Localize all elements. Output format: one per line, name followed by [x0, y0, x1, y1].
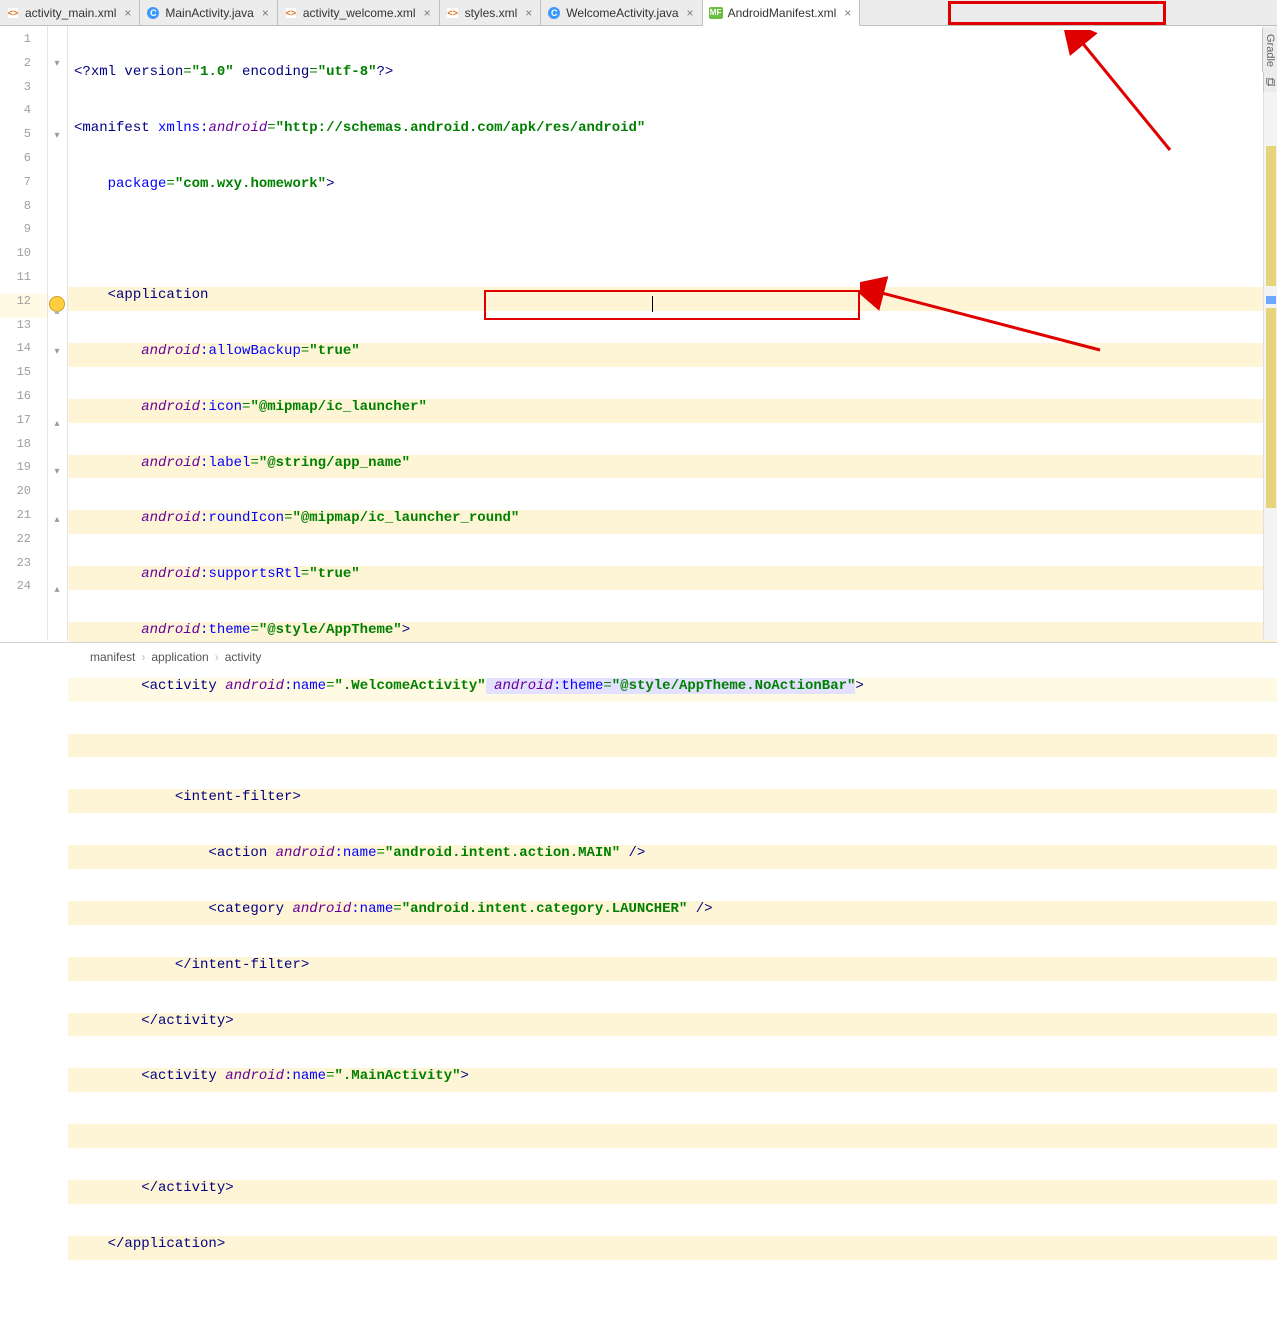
breadcrumb-item[interactable]: application [151, 650, 208, 664]
tab-label: MainActivity.java [165, 6, 253, 20]
tab-androidmanifest-xml[interactable]: MF AndroidManifest.xml × [703, 0, 861, 26]
tab-label: activity_main.xml [25, 6, 116, 20]
tab-label: WelcomeActivity.java [566, 6, 678, 20]
close-icon[interactable]: × [124, 6, 131, 20]
tab-activity-welcome-xml[interactable]: activity_welcome.xml × [278, 0, 440, 25]
line-number: 10 [0, 246, 47, 270]
close-icon[interactable]: × [844, 6, 851, 20]
xml-icon [446, 6, 460, 20]
close-icon[interactable]: × [424, 6, 431, 20]
line-number: 6 [0, 151, 47, 175]
fold-toggle-icon[interactable]: ▾ [50, 344, 64, 358]
breadcrumb-item[interactable]: activity [225, 650, 262, 664]
line-number: 11 [0, 270, 47, 294]
line-number: 14 [0, 341, 47, 365]
line-number: 17 [0, 413, 47, 437]
line-number: 8 [0, 199, 47, 223]
line-number: 13 [0, 318, 47, 342]
chevron-right-icon: › [215, 650, 219, 664]
editor-area: 1 2 3 4 5 6 7 8 9 10 11 12 13 14 15 16 1… [0, 26, 1277, 640]
tab-styles-xml[interactable]: styles.xml × [440, 0, 542, 25]
tab-label: activity_welcome.xml [303, 6, 416, 20]
tool-window-icon[interactable]: ⧉ [1263, 72, 1277, 92]
breadcrumb-item[interactable]: manifest [90, 650, 135, 664]
line-number-gutter: 1 2 3 4 5 6 7 8 9 10 11 12 13 14 15 16 1… [0, 26, 48, 640]
fold-toggle-icon[interactable]: ▾ [50, 128, 64, 142]
line-number: 18 [0, 437, 47, 461]
java-icon: C [547, 6, 561, 20]
line-number: 9 [0, 222, 47, 246]
fold-gutter: ▾ ▾ ▾ ▴ ▾ ▴ ▴ [48, 26, 68, 640]
tab-label: styles.xml [465, 6, 518, 20]
line-number: 16 [0, 389, 47, 413]
line-number: 2 [0, 56, 47, 80]
line-number: 22 [0, 532, 47, 556]
tab-label: AndroidManifest.xml [728, 6, 837, 20]
tab-activity-main-xml[interactable]: activity_main.xml × [0, 0, 140, 25]
intention-bulb-icon[interactable] [49, 296, 65, 312]
line-number: 23 [0, 556, 47, 580]
breadcrumb-bar: manifest › application › activity [0, 642, 1277, 670]
fold-end-icon[interactable]: ▴ [50, 582, 64, 596]
xml-icon [6, 6, 20, 20]
editor-tabbar: activity_main.xml × C MainActivity.java … [0, 0, 1277, 26]
tool-window-gradle[interactable]: Gradle [1262, 28, 1277, 72]
manifest-icon: MF [709, 6, 723, 20]
line-number: 7 [0, 175, 47, 199]
line-number: 24 [0, 579, 47, 603]
line-number: 15 [0, 365, 47, 389]
line-number: 21 [0, 508, 47, 532]
line-number: 3 [0, 80, 47, 104]
code-editor[interactable]: <?xml version="1.0" encoding="utf-8"?> <… [68, 26, 1277, 640]
line-number: 12 [0, 294, 47, 318]
change-marker [1266, 308, 1276, 508]
tab-welcomeactivity-java[interactable]: C WelcomeActivity.java × [541, 0, 702, 25]
xml-icon [284, 6, 298, 20]
line-number: 1 [0, 32, 47, 56]
fold-toggle-icon[interactable]: ▾ [50, 464, 64, 478]
line-number: 19 [0, 460, 47, 484]
close-icon[interactable]: × [262, 6, 269, 20]
fold-toggle-icon[interactable]: ▾ [50, 56, 64, 70]
fold-end-icon[interactable]: ▴ [50, 512, 64, 526]
error-stripe[interactable] [1263, 26, 1277, 640]
change-marker [1266, 296, 1276, 304]
close-icon[interactable]: × [687, 6, 694, 20]
fold-end-icon[interactable]: ▴ [50, 416, 64, 430]
change-marker [1266, 146, 1276, 286]
tab-mainactivity-java[interactable]: C MainActivity.java × [140, 0, 278, 25]
java-icon: C [146, 6, 160, 20]
close-icon[interactable]: × [525, 6, 532, 20]
line-number: 20 [0, 484, 47, 508]
line-number: 5 [0, 127, 47, 151]
text-caret [652, 296, 653, 312]
chevron-right-icon: › [141, 650, 145, 664]
line-number: 4 [0, 103, 47, 127]
